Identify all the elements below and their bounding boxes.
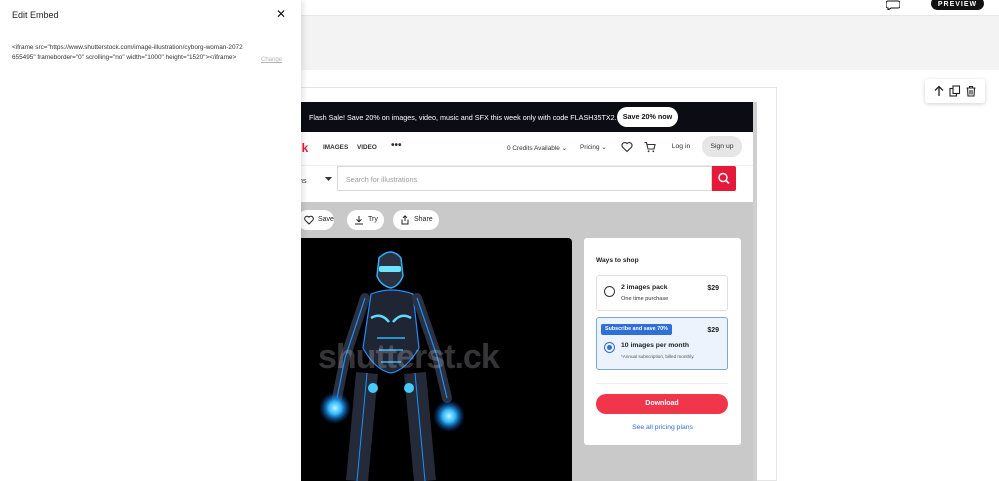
search-icon xyxy=(718,172,730,185)
credits-dropdown[interactable]: 0 Credits Available ⌄ xyxy=(507,144,567,152)
move-up-icon[interactable] xyxy=(933,85,945,97)
trash-icon[interactable] xyxy=(965,85,977,97)
search-placeholder: Search for illustrations xyxy=(346,175,418,184)
search-category-label: ons xyxy=(301,176,307,185)
shutterstock-logo[interactable]: ck xyxy=(301,141,308,155)
flash-sale-banner: Flash Sale! Save 20% on images, video, m… xyxy=(301,102,753,132)
pricing-dropdown[interactable]: Pricing ⌄ xyxy=(580,143,607,151)
signup-button[interactable]: Sign up xyxy=(702,136,742,157)
embed-scrollbar[interactable] xyxy=(753,102,757,481)
share-icon xyxy=(401,215,409,225)
heart-outline-icon xyxy=(304,215,314,225)
search-input[interactable]: Search for illustrations xyxy=(337,166,712,191)
site-nav: ck IMAGES VIDEO ••• 0 Credits Available … xyxy=(301,132,753,165)
edit-embed-panel: Edit Embed ✕ <iframe src="https://www.sh… xyxy=(0,0,301,481)
heart-icon[interactable] xyxy=(621,141,633,153)
try-label: Try xyxy=(368,216,378,223)
ways-to-shop-title: Ways to shop xyxy=(596,257,639,264)
radio-selected[interactable] xyxy=(604,342,615,353)
ways-to-shop-card: Ways to shop 2 images pack One time purc… xyxy=(584,238,741,445)
caret-down-icon[interactable] xyxy=(325,177,332,182)
block-toolbar xyxy=(925,79,985,103)
nav-link-video[interactable]: VIDEO xyxy=(357,144,377,151)
option-subtitle: *Annual subscription, billed monthly. xyxy=(621,354,695,359)
nav-link-images[interactable]: IMAGES xyxy=(323,144,348,151)
embedded-page: Flash Sale! Save 20% on images, video, m… xyxy=(301,102,753,481)
cart-icon[interactable] xyxy=(644,141,656,153)
option-name: 2 images pack xyxy=(621,284,668,291)
subscribe-badge: Subscribe and save 70% xyxy=(601,324,672,335)
try-button[interactable]: Try xyxy=(347,210,384,230)
divider xyxy=(596,383,728,384)
save-label: Save xyxy=(318,216,334,223)
see-pricing-plans-link[interactable]: See all pricing plans xyxy=(584,424,741,431)
embed-code-text[interactable]: <iframe src="https://www.shutterstock.co… xyxy=(12,43,244,63)
cyborg-woman-image[interactable]: shutterst.ck xyxy=(301,238,572,481)
share-label: Share xyxy=(414,216,433,223)
share-button[interactable]: Share xyxy=(393,210,439,230)
download-button[interactable]: Download xyxy=(596,394,728,414)
save-pill-button[interactable]: Save xyxy=(301,210,334,230)
save-20-button[interactable]: Save 20% now xyxy=(617,107,678,127)
search-bar: ons Search for illustrations xyxy=(301,165,753,202)
preview-button[interactable]: PREVIEW xyxy=(931,0,984,10)
option-subtitle: One time purchase xyxy=(621,296,669,302)
download-arrow-icon xyxy=(355,216,363,225)
login-button[interactable]: Log in xyxy=(664,137,698,157)
duplicate-icon[interactable] xyxy=(949,85,961,97)
option-10-images-month[interactable]: Subscribe and save 70% $29 10 images per… xyxy=(596,317,728,370)
more-menu-icon[interactable]: ••• xyxy=(391,140,402,151)
option-price: $29 xyxy=(707,285,719,292)
watermark-text: shutterst.ck xyxy=(318,338,500,376)
panel-title: Edit Embed xyxy=(12,10,59,20)
close-icon[interactable]: ✕ xyxy=(276,7,286,21)
radio-unselected[interactable] xyxy=(604,286,615,297)
option-name: 10 images per month xyxy=(621,342,689,349)
chat-icon[interactable] xyxy=(886,0,900,10)
option-2-images-pack[interactable]: 2 images pack One time purchase $29 xyxy=(596,275,728,311)
flash-sale-text: Flash Sale! Save 20% on images, video, m… xyxy=(309,113,617,122)
search-button[interactable] xyxy=(712,166,736,191)
option-price: $29 xyxy=(707,327,719,334)
change-link[interactable]: Change xyxy=(261,57,282,63)
asset-detail-area: Save Try Share shutterst.ck Ways to shop… xyxy=(301,202,753,481)
